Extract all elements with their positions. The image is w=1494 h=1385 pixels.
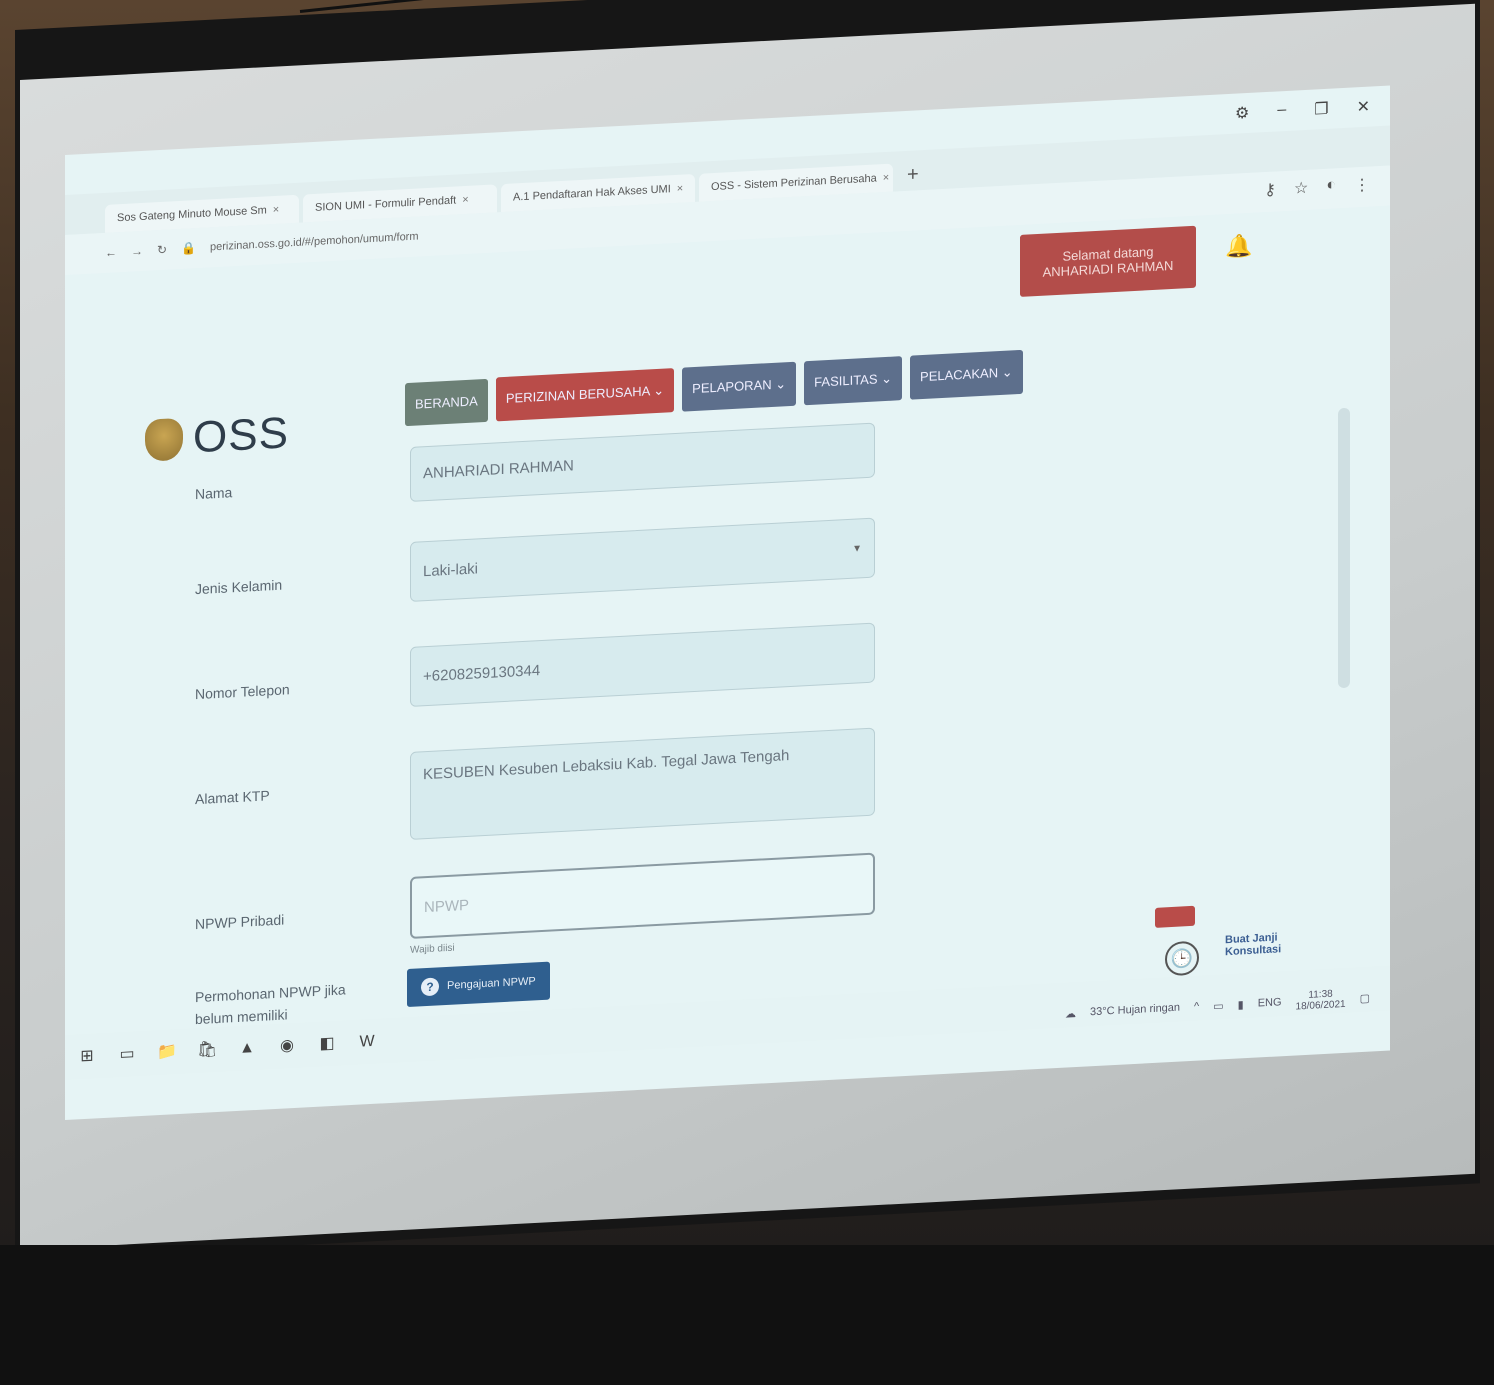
url-field[interactable]: perizinan.oss.go.id/#/pemohon/umum/form [210,230,419,253]
chrome-icon[interactable]: ◉ [277,1035,297,1056]
menu-icon[interactable]: ⋮ [1354,175,1370,196]
reload-icon[interactable]: ↻ [157,243,167,258]
npwp-request-button[interactable]: ? Pengajuan NPWP [407,961,550,1008]
forward-icon[interactable]: → [131,244,143,259]
close-icon[interactable]: × [883,172,889,184]
file-explorer-icon[interactable]: 📁 [157,1042,177,1063]
close-icon[interactable]: ✕ [1357,97,1370,118]
welcome-badge[interactable]: Selamat datang ANHARIADI RAHMAN [1020,225,1196,297]
phone-label: Nomor Telepon [195,681,290,703]
nav-pelacakan[interactable]: PELACAKAN ⌄ [910,349,1023,400]
notification-icon[interactable]: ▢ [1360,991,1370,1005]
phone-field[interactable]: +6208259130344 [410,622,875,707]
star-icon[interactable]: ☆ [1294,178,1308,199]
chevron-up-icon[interactable]: ^ [1194,1001,1199,1013]
page-scrollbar[interactable] [1338,407,1350,689]
nav-label: FASILITAS [814,371,878,390]
npwp-placeholder: NPWP [424,896,469,916]
logo-text: OSS [193,408,289,463]
tab-label: Sos Gateng Minuto Mouse Sm [117,204,267,225]
screen-bottom-bar [0,1245,1494,1385]
phone-row: Nomor Telepon +6208259130344 [145,616,1005,707]
npwp-row: NPWP Pribadi NPWP Wajib diisi [145,846,1005,956]
chevron-down-icon: ⌄ [775,376,787,392]
gender-row: Jenis Kelamin Laki-laki ▼ [145,511,1005,602]
npwp-input[interactable]: NPWP [410,852,875,939]
chevron-down-icon: ⌄ [881,370,893,387]
caret-down-icon: ▼ [852,542,862,555]
address-label: Alamat KTP [195,787,270,808]
nama-field[interactable]: ANHARIADI RAHMAN [410,422,875,502]
nav-label: BERANDA [415,393,478,412]
tab-label: OSS - Sistem Perizinan Berusaha [711,172,877,194]
gender-value: Laki-laki [423,559,479,580]
gender-select[interactable]: Laki-laki ▼ [410,517,875,602]
chevron-down-icon: ⌄ [653,382,665,399]
settings-icon[interactable]: ⚙ [1235,103,1249,124]
back-icon[interactable]: ← [105,245,117,260]
address-row: Alamat KTP KESUBEN Kesuben Lebaksiu Kab.… [145,721,1005,840]
chevron-down-icon: ⌄ [1001,364,1013,380]
consultation-widget[interactable]: 🕒 Buat Janji Konsultasi [1115,902,1281,977]
windows-start-icon[interactable]: ⊞ [77,1046,97,1067]
tab-label: SION UMI - Formulir Pendaft [315,194,457,214]
notification-bell-icon[interactable]: 🔔 [1225,233,1252,260]
nav-label: PELACAKAN [920,365,999,385]
garuda-emblem-icon [145,417,183,462]
gender-label: Jenis Kelamin [195,576,283,598]
nav-fasilitas[interactable]: FASILITAS ⌄ [804,356,903,406]
oss-logo[interactable]: OSS [145,408,289,466]
store-icon[interactable]: 🛍 [197,1040,217,1061]
phone-value: +6208259130344 [423,661,541,685]
nav-label: PERIZINAN BERUSAHA [505,383,650,406]
language-indicator[interactable]: ENG [1258,996,1282,1009]
profile-icon[interactable]: ◐ [1326,176,1336,197]
npwp-help-text: Wajib diisi [410,942,455,956]
lock-icon: 🔒 [181,241,197,256]
nav-pelaporan[interactable]: PELAPORAN ⌄ [682,361,797,412]
new-tab-button[interactable]: + [897,159,929,192]
consult-label: Buat Janji Konsultasi [1225,931,1282,959]
projected-display: ⚙ – ❐ ✕ Sos Gateng Minuto Mouse Sm × SION… [65,85,1390,1120]
question-icon: ? [421,977,439,997]
tab-label: A.1 Pendaftaran Hak Akses UMI [513,183,671,204]
clock[interactable]: 11:38 18/06/2021 [1296,988,1346,1013]
calendar-icon [1155,905,1195,928]
wifi-icon[interactable]: ▮ [1238,998,1244,1011]
app-icon[interactable]: ◧ [317,1033,337,1054]
word-icon[interactable]: W [357,1031,377,1052]
nama-label: Nama [195,484,233,503]
minimize-icon[interactable]: – [1277,101,1286,121]
nav-label: PELAPORAN [692,376,772,397]
weather-text[interactable]: 33°C Hujan ringan [1090,1002,1180,1019]
close-icon[interactable]: × [677,183,683,195]
close-icon[interactable]: × [273,204,279,216]
weather-icon: ☁ [1065,1007,1077,1021]
battery-icon[interactable]: ▭ [1213,999,1223,1013]
main-nav: BERANDA PERIZINAN BERUSAHA ⌄ PELAPORAN ⌄… [405,349,1023,427]
npwp-request-button-label: Pengajuan NPWP [447,975,536,992]
npwp-request-row: Permohonan NPWP jika belum memiliki ? Pe… [145,936,1005,1027]
nav-perizinan-berusaha[interactable]: PERIZINAN BERUSAHA ⌄ [495,368,675,422]
vlc-icon[interactable]: ▲ [237,1037,257,1058]
npwp-label: NPWP Pribadi [195,911,285,933]
address-textarea[interactable]: KESUBEN Kesuben Lebaksiu Kab. Tegal Jawa… [410,727,875,840]
address-value: KESUBEN Kesuben Lebaksiu Kab. Tegal Jawa… [423,747,790,784]
key-icon[interactable]: ⚷ [1264,180,1276,201]
window-controls: ⚙ – ❐ ✕ [1235,97,1370,124]
nama-value: ANHARIADI RAHMAN [423,457,574,483]
clock-icon: 🕒 [1165,940,1199,977]
nav-beranda[interactable]: BERANDA [405,378,488,427]
close-icon[interactable]: × [462,194,468,206]
task-view-icon[interactable]: ▭ [117,1044,137,1065]
maximize-icon[interactable]: ❐ [1314,99,1328,120]
